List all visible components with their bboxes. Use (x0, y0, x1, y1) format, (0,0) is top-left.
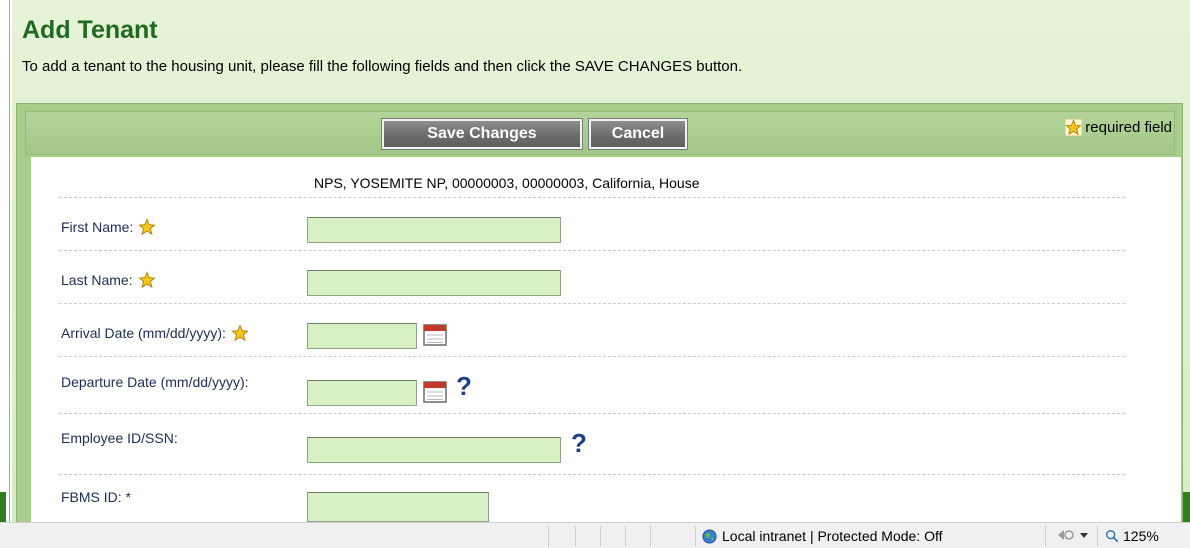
arrival-date-input[interactable] (307, 323, 417, 349)
last-name-label: Last Name: (61, 271, 156, 289)
departure-date-label: Departure Date (mm/dd/yyyy): (61, 374, 249, 390)
security-zone-text: Local intranet | Protected Mode: Off (722, 528, 943, 544)
required-field-legend: required field (1065, 119, 1172, 136)
zoom-control[interactable]: 125% (1105, 528, 1159, 544)
unit-info-row: NPS, YOSEMITE NP, 00000003, 00000003, Ca… (59, 157, 1125, 198)
employee-id-label-text: Employee ID/SSN: (61, 430, 178, 446)
arrival-date-label-text: Arrival Date (mm/dd/yyyy): (61, 325, 226, 341)
window-left-border (0, 0, 12, 522)
star-icon (231, 324, 249, 342)
first-name-label-text: First Name: (61, 219, 134, 235)
form-content: NPS, YOSEMITE NP, 00000003, 00000003, Ca… (31, 157, 1181, 522)
arrows-icon (1058, 530, 1074, 540)
addon-toggle[interactable] (1056, 528, 1089, 542)
unit-info-text: NPS, YOSEMITE NP, 00000003, 00000003, Ca… (314, 175, 700, 191)
magnifier-icon (1106, 530, 1119, 543)
first-name-row: First Name: (59, 198, 1125, 251)
save-changes-button[interactable]: Save Changes (382, 119, 582, 149)
chevron-down-icon (1080, 533, 1088, 538)
calendar-icon[interactable] (423, 381, 447, 403)
browser-status-bar: Local intranet | Protected Mode: Off 125… (0, 522, 1190, 548)
page-background: Add Tenant To add a tenant to the housin… (0, 0, 1190, 522)
status-separator (575, 526, 576, 546)
form-panel: Save Changes Cancel required field NPS, … (16, 103, 1183, 522)
departure-date-label-text: Departure Date (mm/dd/yyyy): (61, 374, 249, 390)
help-icon[interactable]: ? (571, 428, 587, 459)
star-icon (138, 218, 157, 236)
last-name-input[interactable] (307, 270, 561, 296)
zoom-level: 125% (1123, 528, 1159, 544)
status-separator (695, 526, 696, 546)
cancel-button[interactable]: Cancel (589, 119, 687, 149)
fbms-id-row: FBMS ID: * (59, 475, 1125, 522)
employee-id-label: Employee ID/SSN: (61, 430, 178, 446)
employee-id-row: Employee ID/SSN: ? (59, 414, 1125, 475)
page-title: Add Tenant (22, 16, 158, 44)
departure-date-input[interactable] (307, 380, 417, 406)
status-separator (1097, 526, 1098, 546)
globe-icon (702, 528, 717, 544)
security-zone[interactable]: Local intranet | Protected Mode: Off (702, 528, 943, 544)
page-instruction: To add a tenant to the housing unit, ple… (22, 58, 743, 75)
right-green-strip (1183, 492, 1190, 522)
form-toolbar: Save Changes Cancel required field (25, 111, 1175, 155)
star-icon (1065, 119, 1083, 136)
fbms-id-input[interactable] (307, 492, 489, 522)
first-name-input[interactable] (307, 217, 561, 243)
arrival-date-row: Arrival Date (mm/dd/yyyy): (59, 304, 1125, 357)
help-icon[interactable]: ? (456, 371, 472, 402)
calendar-icon[interactable] (423, 324, 447, 346)
fbms-id-label-text: FBMS ID: * (61, 489, 132, 505)
status-separator (650, 526, 651, 546)
first-name-label: First Name: (61, 218, 157, 236)
required-legend-text: required field (1085, 119, 1172, 136)
employee-id-input[interactable] (307, 437, 561, 463)
status-separator (625, 526, 626, 546)
fbms-id-label: FBMS ID: * (61, 489, 131, 505)
arrival-date-label: Arrival Date (mm/dd/yyyy): (61, 324, 249, 342)
status-separator (548, 526, 549, 546)
star-icon (137, 271, 156, 289)
left-green-strip (0, 492, 6, 522)
last-name-row: Last Name: (59, 251, 1125, 304)
departure-date-row: Departure Date (mm/dd/yyyy): ? (59, 357, 1125, 414)
status-separator (1045, 526, 1046, 546)
last-name-label-text: Last Name: (61, 272, 133, 288)
status-separator (600, 526, 601, 546)
